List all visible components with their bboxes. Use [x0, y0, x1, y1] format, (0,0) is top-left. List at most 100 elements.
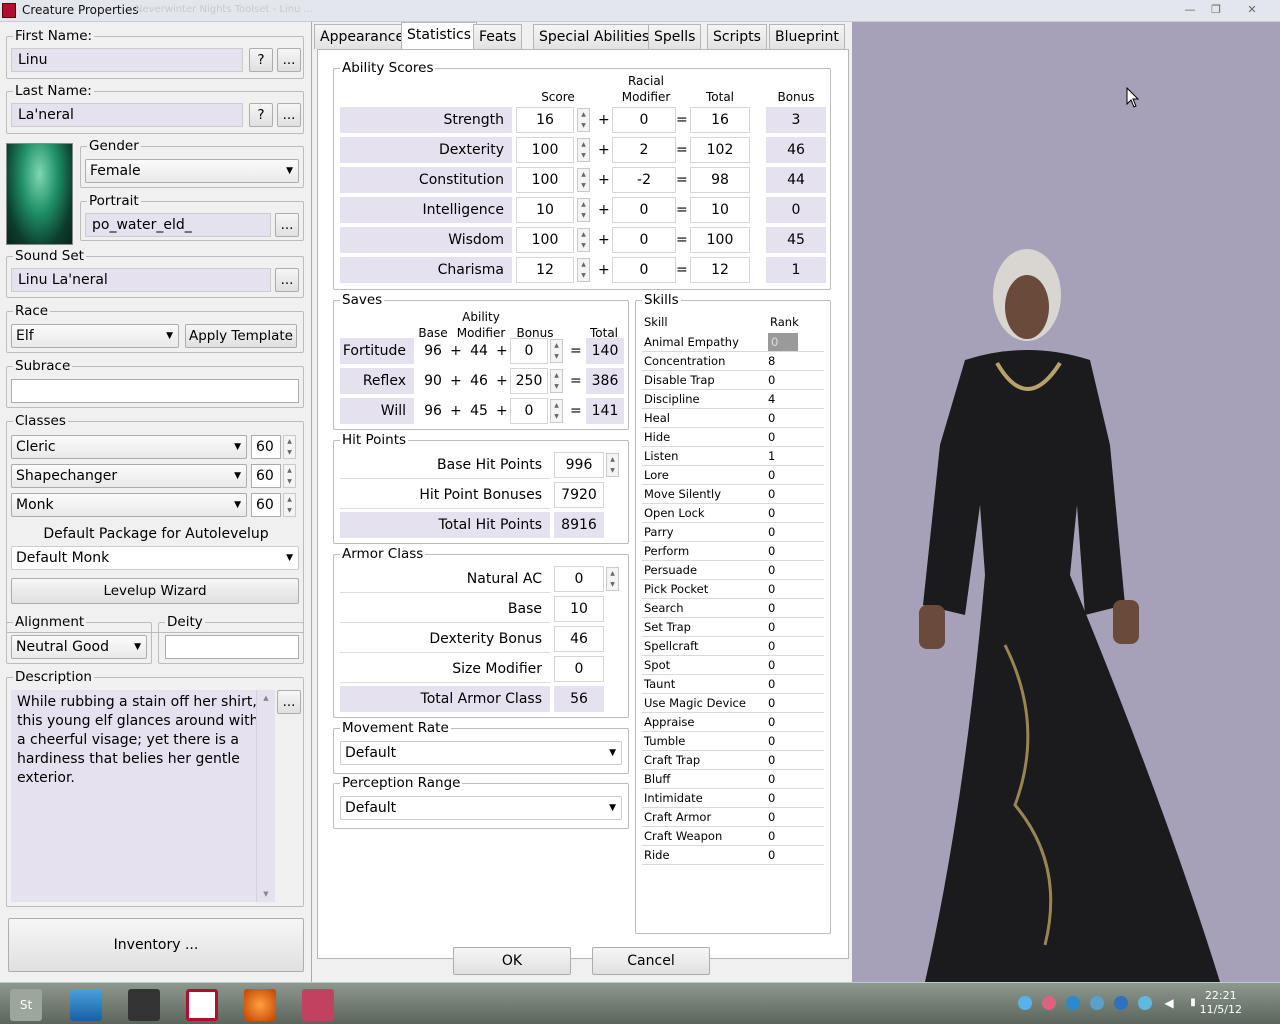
spin-up-icon[interactable]: ▲	[578, 229, 589, 240]
spin-up-icon[interactable]: ▲	[578, 139, 589, 150]
save-spinner[interactable]: ▲ ▼	[550, 339, 563, 363]
ability-spinner[interactable]: ▲ ▼	[577, 108, 590, 132]
spin-down-icon[interactable]: ▼	[578, 210, 589, 221]
tray-icon-2[interactable]	[1042, 996, 1056, 1010]
natural-ac-value[interactable]: 0	[554, 566, 604, 592]
tray-icon-1[interactable]	[1018, 996, 1032, 1010]
skill-row[interactable]: Intimidate 0	[642, 789, 824, 808]
ability-spinner[interactable]: ▲ ▼	[577, 168, 590, 192]
portrait-thumbnail[interactable]	[6, 143, 73, 245]
soundset-more-button[interactable]: ...	[275, 268, 299, 292]
maximize-button[interactable]: ❐	[1204, 2, 1228, 18]
first-name-field[interactable]: Linu	[11, 48, 243, 72]
class-1-level[interactable]: 60	[251, 435, 281, 459]
ability-spinner[interactable]: ▲ ▼	[577, 228, 590, 252]
gender-dropdown[interactable]: Female ▼	[85, 159, 299, 183]
firefox-icon[interactable]	[244, 989, 276, 1021]
skill-row[interactable]: Craft Weapon 0	[642, 827, 824, 846]
skill-row[interactable]: Tumble 0	[642, 732, 824, 751]
description-scrollbar[interactable]: ▲ ▼	[256, 690, 275, 902]
skill-row[interactable]: Open Lock 0	[642, 504, 824, 523]
start-button[interactable]: St	[10, 989, 42, 1021]
skill-row[interactable]: Listen 1	[642, 447, 824, 466]
skill-row[interactable]: Heal 0	[642, 409, 824, 428]
skill-rank[interactable]: 0	[768, 675, 798, 693]
skill-rank[interactable]: 0	[768, 485, 798, 503]
spin-up-icon[interactable]: ▲	[578, 259, 589, 270]
portrait-more-button[interactable]: ...	[275, 213, 299, 237]
skill-row[interactable]: Appraise 0	[642, 713, 824, 732]
skill-row[interactable]: Move Silently 0	[642, 485, 824, 504]
skill-row[interactable]: Spellcraft 0	[642, 637, 824, 656]
skill-row[interactable]: Set Trap 0	[642, 618, 824, 637]
skill-rank[interactable]: 0	[768, 656, 798, 674]
spin-down-icon[interactable]: ▼	[578, 180, 589, 191]
subrace-field[interactable]	[11, 379, 299, 403]
default-package-dropdown[interactable]: Default Monk ▼	[11, 546, 299, 570]
tab-spells[interactable]: Spells	[648, 24, 702, 49]
ability-spinner[interactable]: ▲ ▼	[577, 198, 590, 222]
skill-rank[interactable]: 1	[768, 447, 798, 465]
cancel-button[interactable]: Cancel	[592, 947, 710, 975]
spin-up-icon[interactable]: ▲	[607, 568, 618, 579]
ability-score[interactable]: 100	[516, 227, 574, 253]
ability-spinner[interactable]: ▲ ▼	[577, 258, 590, 282]
network-icon[interactable]: ▮	[1186, 996, 1200, 1010]
movement-rate-dropdown[interactable]: Default ▼	[340, 741, 622, 765]
skill-rank[interactable]: 0	[768, 542, 798, 560]
spin-up-icon[interactable]: ▲	[578, 109, 589, 120]
app-icon-taskbar[interactable]	[302, 989, 334, 1021]
soundset-field[interactable]: Linu La'neral	[11, 268, 271, 292]
save-bonus[interactable]: 0	[510, 398, 548, 424]
natural-ac-spinner[interactable]: ▲ ▼	[606, 567, 619, 591]
skill-rank[interactable]: 4	[768, 390, 798, 408]
spin-down-icon[interactable]: ▼	[578, 120, 589, 131]
ok-button[interactable]: OK	[453, 947, 571, 975]
ability-score[interactable]: 12	[516, 257, 574, 283]
skill-row[interactable]: Perform 0	[642, 542, 824, 561]
skill-rank[interactable]: 0	[768, 808, 798, 826]
skill-row[interactable]: Disable Trap 0	[642, 371, 824, 390]
spin-up-icon[interactable]: ▲	[551, 370, 562, 381]
ability-score[interactable]: 100	[516, 167, 574, 193]
save-spinner[interactable]: ▲ ▼	[550, 369, 563, 393]
save-spinner[interactable]: ▲ ▼	[550, 399, 563, 423]
last-name-help-button[interactable]: ?	[249, 103, 273, 127]
skill-rank[interactable]: 0	[768, 751, 798, 769]
system-clock[interactable]: 22:21 11/5/12	[1200, 989, 1242, 1017]
skill-row[interactable]: Lore 0	[642, 466, 824, 485]
spin-up-icon[interactable]: ▲	[607, 454, 618, 465]
skill-row[interactable]: Ride 0	[642, 846, 824, 865]
skill-row[interactable]: Craft Armor 0	[642, 808, 824, 827]
skill-row[interactable]: Concentration 8	[642, 352, 824, 371]
class-3-spinner[interactable]: ▲ ▼	[283, 493, 296, 517]
minimize-button[interactable]: —	[1178, 2, 1202, 18]
tray-icon-6[interactable]	[1138, 996, 1152, 1010]
skill-row[interactable]: Pick Pocket 0	[642, 580, 824, 599]
last-name-more-button[interactable]: ...	[277, 103, 301, 127]
skill-rank[interactable]: 0	[768, 827, 798, 845]
spin-down-icon[interactable]: ▼	[284, 505, 295, 516]
skill-rank[interactable]: 0	[768, 523, 798, 541]
skill-rank[interactable]: 0	[768, 637, 798, 655]
spin-down-icon[interactable]: ▼	[551, 381, 562, 392]
skill-rank[interactable]: 0	[768, 713, 798, 731]
camera-icon[interactable]	[128, 989, 160, 1021]
skill-rank[interactable]: 0	[768, 694, 798, 712]
volume-icon[interactable]: ◀	[1162, 996, 1176, 1010]
ability-score[interactable]: 10	[516, 197, 574, 223]
spin-up-icon[interactable]: ▲	[284, 465, 295, 476]
spin-up-icon[interactable]: ▲	[551, 400, 562, 411]
tab-feats[interactable]: Feats	[473, 24, 523, 49]
skill-row[interactable]: Craft Trap 0	[642, 751, 824, 770]
first-name-help-button[interactable]: ?	[249, 48, 273, 72]
skill-rank[interactable]: 0	[768, 580, 798, 598]
skill-rank[interactable]: 0	[768, 504, 798, 522]
last-name-field[interactable]: La'neral	[11, 103, 243, 127]
base-hp-spinner[interactable]: ▲ ▼	[606, 453, 619, 477]
deity-field[interactable]	[165, 635, 299, 659]
skill-rank[interactable]: 0	[768, 409, 798, 427]
skill-rank[interactable]: 0	[768, 789, 798, 807]
spin-up-icon[interactable]: ▲	[284, 494, 295, 505]
spin-up-icon[interactable]: ▲	[578, 169, 589, 180]
